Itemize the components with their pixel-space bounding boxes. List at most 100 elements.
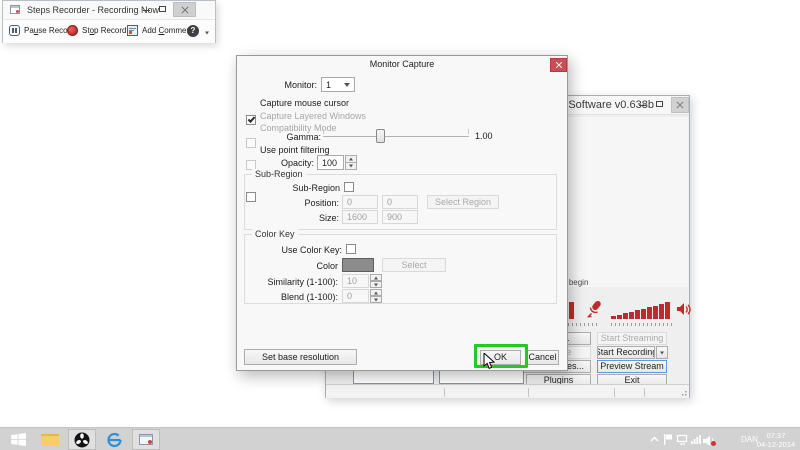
color-select-button[interactable]: Select: [382, 258, 446, 272]
obs-close-button[interactable]: [671, 97, 689, 113]
desktop-volume-meter: [611, 301, 670, 319]
steps-recorder-app-icon: [10, 5, 20, 14]
use-color-key-label: Use Color Key:: [245, 245, 342, 256]
obs-status-bar: [326, 384, 689, 398]
position-x-input[interactable]: 0: [342, 195, 378, 209]
taskbar: DAN 07:37 04-12-2014: [0, 427, 800, 450]
blend-spin-down[interactable]: [370, 296, 382, 303]
taskbar-obs[interactable]: [68, 429, 96, 450]
monitor-capture-dialog: Monitor Capture Monitor: 1 Capture mouse…: [236, 55, 568, 371]
start-button[interactable]: [4, 429, 32, 450]
internet-explorer-icon: [106, 432, 123, 448]
use-color-key-checkbox[interactable]: [346, 244, 356, 254]
maximize-icon: [159, 6, 166, 12]
similarity-spin-up[interactable]: [370, 274, 382, 281]
gamma-value: 1.00: [475, 131, 493, 142]
blend-spin-up[interactable]: [370, 289, 382, 296]
obs-start-streaming-button[interactable]: Start Streaming: [597, 332, 667, 345]
taskbar-steps-recorder[interactable]: [132, 429, 160, 450]
gamma-slider-thumb[interactable]: [376, 129, 385, 143]
color-label: Color: [245, 261, 338, 272]
gamma-label: Gamma:: [241, 132, 321, 143]
obs-icon: [74, 432, 90, 448]
help-icon: ?: [191, 26, 196, 35]
clock-date: 04-12-2014: [755, 440, 797, 449]
resize-grip[interactable]: [679, 388, 687, 396]
obs-minimize-button[interactable]: [639, 105, 646, 106]
similarity-label: Similarity (1-100):: [245, 277, 338, 288]
pause-icon: [9, 25, 20, 36]
minimize-icon: [639, 105, 646, 106]
capture-mouse-cursor-checkbox[interactable]: [246, 115, 256, 125]
color-swatch[interactable]: [342, 258, 374, 272]
windows-logo-icon: [11, 433, 26, 446]
size-label: Size:: [245, 213, 339, 224]
volume-icon[interactable]: [703, 434, 716, 446]
pc-status-icon[interactable]: [676, 434, 688, 445]
clock-time: 07:37: [755, 431, 797, 440]
chevron-down-icon: [660, 351, 664, 354]
steps-recorder-titlebar: Steps Recorder - Recording Now: [3, 1, 215, 19]
position-label: Position:: [245, 198, 339, 209]
help-dropdown-button[interactable]: [203, 29, 211, 37]
folder-icon: [41, 434, 59, 446]
obs-start-recording-button[interactable]: Start Recording: [597, 346, 655, 359]
sub-region-group: Sub-Region Sub-Region Position: 0 0 Sele…: [244, 174, 557, 230]
taskbar-clock[interactable]: 07:37 04-12-2014: [755, 431, 797, 449]
chevron-down-icon: [205, 32, 209, 35]
network-signal-icon[interactable]: [691, 434, 701, 444]
action-center-flag-icon[interactable]: [663, 433, 673, 446]
steps-recorder-title: Steps Recorder - Recording Now: [27, 5, 159, 15]
sub-region-group-title: Sub-Region: [252, 169, 306, 180]
select-region-button[interactable]: Select Region: [427, 195, 499, 209]
microphone-icon: [585, 300, 602, 318]
maximize-icon: [656, 101, 663, 107]
cancel-button[interactable]: Cancel: [526, 350, 559, 365]
stop-record-button[interactable]: Stop Record: [67, 25, 126, 36]
position-y-input[interactable]: 0: [382, 195, 418, 209]
color-key-group-title: Color Key: [252, 229, 298, 240]
opacity-input[interactable]: 100: [317, 155, 344, 170]
capture-mouse-cursor-label: Capture mouse cursor: [260, 98, 349, 109]
chevron-down-icon: [344, 83, 350, 87]
obs-preview-stream-button[interactable]: Preview Stream: [597, 360, 667, 373]
taskbar-file-explorer[interactable]: [36, 429, 64, 450]
gamma-slider-track[interactable]: [323, 136, 469, 137]
opacity-label: Opacity:: [241, 158, 314, 169]
similarity-input[interactable]: 10: [342, 274, 369, 288]
desktop-volume-slider[interactable]: [611, 323, 673, 326]
pause-record-button[interactable]: Pause Record: [9, 25, 75, 36]
set-base-resolution-button[interactable]: Set base resolution: [244, 349, 357, 365]
dialog-close-button[interactable]: [550, 58, 567, 72]
steps-recorder-toolbar: Pause Record Stop Record Add Comment ?: [3, 19, 215, 43]
sub-region-checkbox-label: Sub-Region: [245, 183, 340, 194]
help-button[interactable]: ?: [187, 25, 199, 37]
volume-status-badge: [711, 441, 716, 446]
show-hidden-icons-button[interactable]: [650, 436, 659, 443]
taskbar-internet-explorer[interactable]: [100, 429, 128, 450]
minimize-icon: [143, 10, 150, 11]
color-key-group: Color Key Use Color Key: Color Select Si…: [244, 234, 557, 304]
steps-maximize-button[interactable]: [159, 6, 166, 12]
speaker-icon: [676, 302, 691, 317]
obs-start-recording-dropdown[interactable]: [656, 346, 668, 359]
checkmark-icon: [248, 115, 256, 123]
mouse-cursor: [483, 353, 496, 371]
obs-maximize-button[interactable]: [656, 101, 663, 107]
capture-layered-windows-label: Capture Layered Windows: [260, 111, 366, 122]
monitor-select[interactable]: 1: [321, 77, 355, 92]
sub-region-checkbox[interactable]: [344, 182, 354, 192]
size-width-input[interactable]: 1600: [342, 210, 378, 224]
steps-recorder-icon: [139, 434, 153, 445]
opacity-spin-down[interactable]: [345, 162, 357, 170]
dialog-title: Monitor Capture: [237, 56, 567, 73]
size-height-input[interactable]: 900: [382, 210, 418, 224]
steps-minimize-button[interactable]: [143, 10, 150, 11]
add-comment-button[interactable]: Add Comment: [127, 25, 193, 36]
similarity-spin-down[interactable]: [370, 281, 382, 288]
stop-record-icon: [67, 25, 78, 36]
steps-close-button[interactable]: [173, 2, 196, 17]
desktop: Open Broadcaster Software v0.638b Click …: [0, 0, 800, 450]
blend-input[interactable]: 0: [342, 289, 369, 303]
monitor-label: Monitor:: [241, 80, 317, 91]
